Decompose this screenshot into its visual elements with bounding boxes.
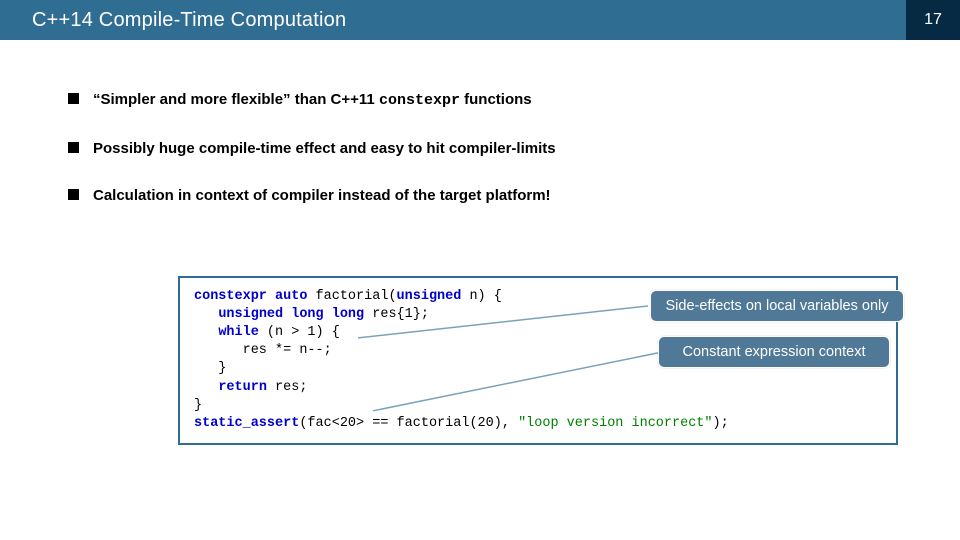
bullet-square-icon [68, 189, 79, 200]
bullet-text-pre: Possibly huge compile-time effect and ea… [93, 140, 556, 157]
bullet-text: “Simpler and more flexible” than C++11 c… [93, 90, 532, 111]
code-kw: while [218, 325, 259, 340]
code-kw: static_assert [194, 416, 299, 431]
code-kw: unsigned [397, 289, 462, 304]
slide-body: “Simpler and more flexible” than C++11 c… [0, 40, 960, 445]
code-text [194, 307, 218, 322]
bullet-text: Possibly huge compile-time effect and ea… [93, 139, 556, 159]
code-string: "loop version incorrect" [518, 416, 712, 431]
bullet-text: Calculation in context of compiler inste… [93, 186, 551, 206]
bullet-text-pre: Calculation in context of compiler inste… [93, 187, 551, 204]
bullet-item: Possibly huge compile-time effect and ea… [68, 139, 920, 159]
code-text: factorial( [316, 289, 397, 304]
code-text [194, 380, 218, 395]
slide: C++14 Compile-Time Computation 17 “Simpl… [0, 0, 960, 540]
code-text: n) { [461, 289, 502, 304]
code-text: res *= n--; [194, 343, 332, 358]
page-number: 17 [906, 0, 960, 40]
code-text: ); [713, 416, 729, 431]
code-kw: return [218, 380, 267, 395]
code-kw: unsigned long long [218, 307, 364, 322]
code-text: } [194, 361, 226, 376]
callout-side-effects: Side-effects on local variables only [650, 290, 904, 322]
slide-title: C++14 Compile-Time Computation [0, 0, 906, 40]
bullet-text-pre: “Simpler and more flexible” than C++11 [93, 91, 379, 108]
callout-constant-expr: Constant expression context [658, 336, 890, 368]
slide-header: C++14 Compile-Time Computation 17 [0, 0, 960, 40]
bullet-square-icon [68, 142, 79, 153]
bullet-item: “Simpler and more flexible” than C++11 c… [68, 90, 920, 111]
bullet-item: Calculation in context of compiler inste… [68, 186, 920, 206]
code-text: res; [267, 380, 308, 395]
code-region: constexpr auto factorial(unsigned n) { u… [178, 276, 898, 446]
bullet-text-mono: constexpr [379, 92, 460, 109]
code-text: } [194, 398, 202, 413]
code-text: (n > 1) { [259, 325, 340, 340]
bullet-square-icon [68, 93, 79, 104]
code-text [194, 325, 218, 340]
code-text: (fac<20> == factorial(20), [299, 416, 518, 431]
code-text: res{1}; [364, 307, 429, 322]
code-kw: constexpr auto [194, 289, 316, 304]
bullet-text-post: functions [460, 91, 532, 108]
